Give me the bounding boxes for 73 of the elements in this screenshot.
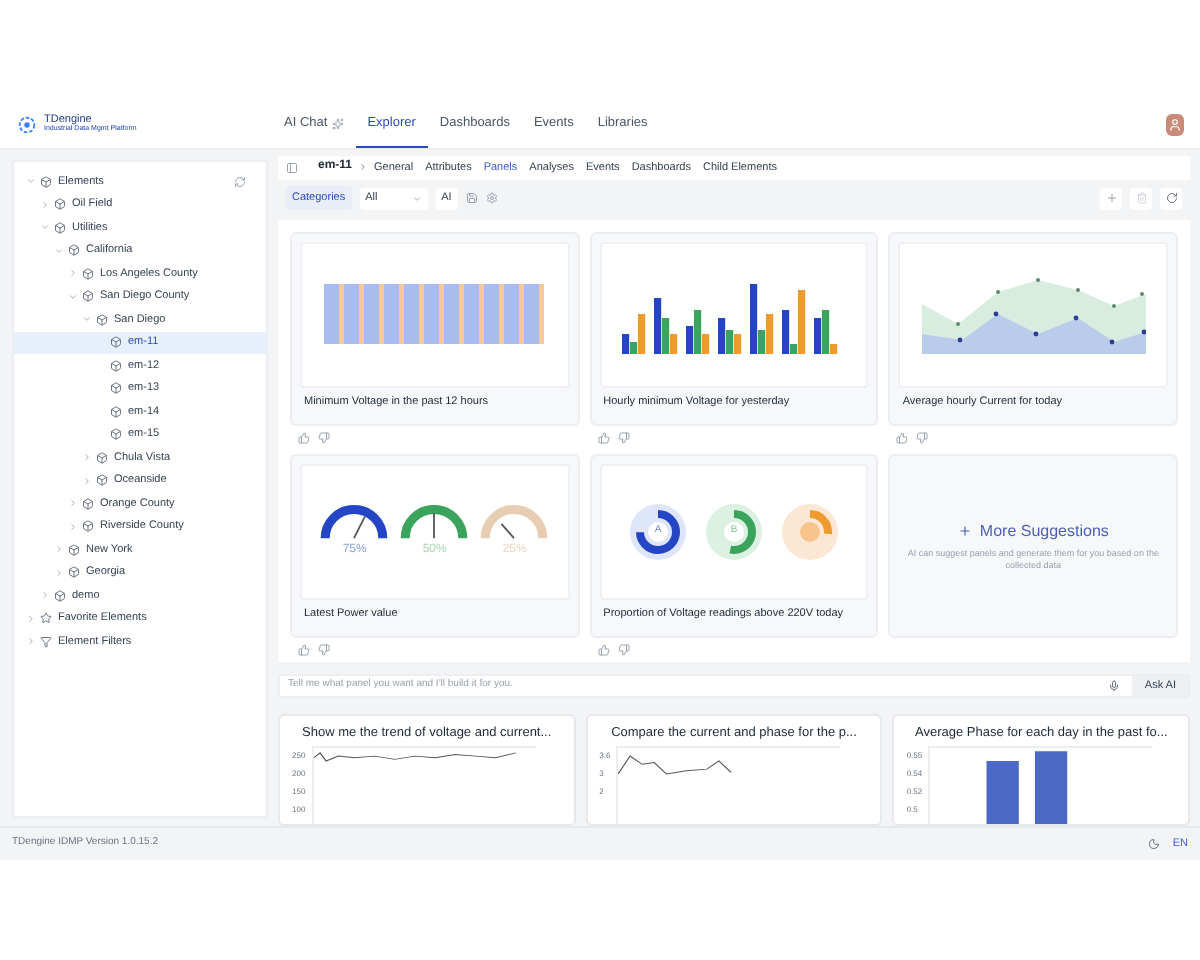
caret-icon [82,475,92,486]
filter-icon [40,635,52,648]
cube-icon [96,474,108,487]
cube-icon [82,520,94,533]
caret-icon [82,452,92,463]
microphone-icon[interactable] [1108,679,1121,692]
cube-icon [82,290,94,303]
cube-icon [110,359,122,372]
caret-icon [54,245,64,256]
thumbs-down-icon[interactable] [617,431,630,444]
cube-icon [96,313,108,326]
dropdown-icon [411,193,422,204]
thumbs-up-icon[interactable] [597,431,610,444]
caret-icon [26,176,36,187]
donut-chart-icon [779,501,840,562]
caret-icon [26,613,36,624]
add-button[interactable] [1100,187,1122,210]
refresh-icon[interactable] [234,175,246,188]
caret-icon [54,567,64,578]
save-icon[interactable] [465,192,478,205]
caret-icon [40,222,50,233]
thumbs-down-icon[interactable] [916,431,929,444]
refresh-button[interactable] [1160,187,1182,210]
caret-icon [40,199,50,210]
cube-icon [110,405,122,418]
user-icon [1168,117,1182,131]
caret-icon [82,314,92,325]
gauge-icon [478,502,551,543]
cube-icon [40,175,52,188]
cube-icon [110,336,122,349]
caret-icon [54,544,64,555]
settings-icon[interactable] [485,192,498,205]
caret-icon [68,498,78,509]
trash-icon [1135,192,1147,205]
logo-icon [16,113,38,135]
cube-icon [68,566,80,579]
delete-button[interactable] [1130,187,1152,210]
star-icon [40,612,52,625]
cube-icon [54,589,66,602]
thumbs-down-icon[interactable] [617,643,630,656]
cube-icon [68,543,80,556]
avatar[interactable] [1166,113,1184,135]
cube-icon [96,451,108,464]
chevron-icon [358,162,369,173]
refresh-icon [1165,192,1177,205]
cube-icon [110,428,122,441]
cube-icon [54,221,66,234]
cube-icon [110,382,122,395]
cube-icon [82,497,94,510]
sidebar-toggle-icon[interactable] [286,161,298,174]
sparkle-icon [331,117,344,129]
cube-icon [54,198,66,211]
caret-icon [40,590,50,601]
plus-icon [957,524,972,539]
thumbs-up-icon[interactable] [298,643,310,656]
donut-chart-icon [703,501,764,562]
thumbs-down-icon[interactable] [318,431,330,444]
thumbs-up-icon[interactable] [298,431,310,444]
caret-icon [68,291,78,302]
suggestion-title: More Suggestions [979,519,1109,544]
moon-icon[interactable] [1148,838,1161,850]
caret-icon [68,268,78,279]
cube-icon [68,244,80,257]
plus-icon [1105,192,1117,205]
thumbs-up-icon[interactable] [896,431,909,444]
thumbs-up-icon[interactable] [597,643,610,656]
gauge-icon [318,502,391,543]
caret-icon [68,521,78,532]
caret-icon [26,636,36,647]
thumbs-down-icon[interactable] [318,643,330,656]
donut-chart-icon [627,501,688,562]
gauge-icon [398,502,471,543]
cube-icon [82,267,94,280]
